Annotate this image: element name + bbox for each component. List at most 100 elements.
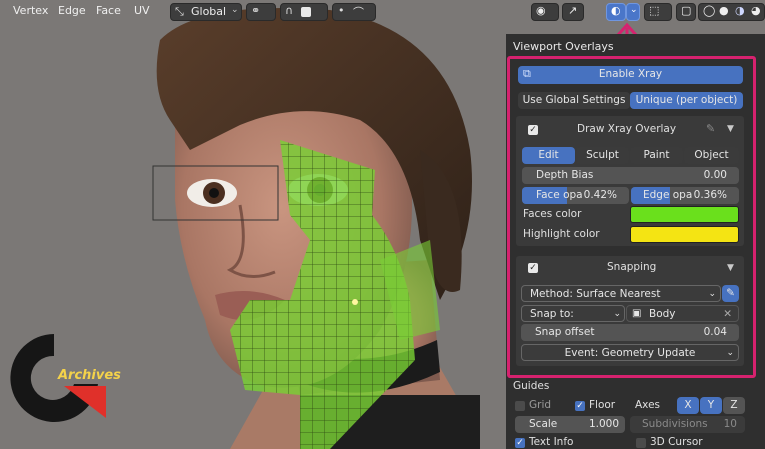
overlays-toggle[interactable]: ◐ xyxy=(606,3,626,21)
collapse-arrow-icon[interactable]: ▼ xyxy=(727,263,734,273)
subdivisions-field[interactable]: Subdivisions 10 xyxy=(630,416,745,433)
chevron-down-icon: ⌄ xyxy=(231,5,239,15)
floor-label: Floor xyxy=(589,399,616,411)
snap-target-field[interactable]: ▣ Body ✕ xyxy=(626,305,739,322)
axis-y-toggle[interactable]: Y xyxy=(700,397,722,414)
snap-event-label: Event: Geometry Update xyxy=(564,347,696,359)
enable-xray-button[interactable]: ⧉ Enable Xray xyxy=(518,66,743,84)
rendered-shading-icon[interactable]: ◕ xyxy=(751,4,761,17)
snap-event-dropdown[interactable]: Event: Geometry Update ⌄ xyxy=(521,344,739,361)
falloff-curve-icon: ⌒ xyxy=(353,6,364,19)
text-info-checkbox[interactable]: ✓ xyxy=(515,438,525,448)
eye-icon: ◉ xyxy=(536,4,546,17)
chevron-down-icon: ⌄ xyxy=(613,309,621,319)
watermark-text: Archives xyxy=(58,368,121,383)
face-opacity-label: Face opa xyxy=(536,189,583,201)
edge-opacity-value: 0.36% xyxy=(693,189,727,201)
snap-method-dropdown[interactable]: Method: Surface Nearest ⌄ xyxy=(521,285,721,302)
depth-bias-field[interactable]: Depth Bias 0.00 xyxy=(522,167,739,184)
edge-opacity-label: Edge opa xyxy=(643,189,693,201)
menu-uv[interactable]: UV xyxy=(134,4,150,17)
depth-bias-label: Depth Bias xyxy=(536,169,594,181)
xray-box-icon: ⧉ xyxy=(523,67,531,80)
snap-method-label: Method: Surface Nearest xyxy=(530,288,661,300)
mode-tab-object[interactable]: Object xyxy=(684,147,739,164)
faces-color-swatch[interactable] xyxy=(630,206,739,223)
3d-cursor-checkbox[interactable] xyxy=(636,438,646,448)
material-shading-icon[interactable]: ◑ xyxy=(735,4,745,17)
grid-label: Grid xyxy=(529,399,552,411)
overlay-circles-icon: ◐ xyxy=(611,4,621,17)
viewport-header: Vertex Edge Face UV ⤡ Global ⌄ ⚭ ∩ • ⌒ ◉… xyxy=(0,0,765,24)
gizmo-toggle[interactable]: ↗ xyxy=(562,3,584,21)
guides-title: Guides xyxy=(513,380,550,392)
magnet-icon: ∩ xyxy=(285,4,294,17)
proportional-editing-group[interactable]: • ⌒ xyxy=(332,3,376,21)
3d-cursor-label: 3D Cursor xyxy=(650,436,703,448)
chevron-down-icon: ⌄ xyxy=(726,348,734,358)
edge-opacity-slider[interactable]: Edge opa 0.36% xyxy=(631,187,739,204)
solid-shading-icon[interactable]: ● xyxy=(719,4,729,17)
grid-checkbox[interactable] xyxy=(515,401,525,411)
xray-overlay-checkbox[interactable]: ✓ xyxy=(528,125,538,135)
snap-offset-value: 0.04 xyxy=(703,326,727,338)
mesh-edit-overlays-dropdown[interactable]: ⬚ xyxy=(644,3,672,21)
snap-toggle-group[interactable]: ∩ xyxy=(280,3,328,21)
mode-tab-paint[interactable]: Paint xyxy=(630,147,683,164)
enable-xray-label: Enable Xray xyxy=(598,68,663,80)
snap-offset-label: Snap offset xyxy=(535,326,595,338)
collapse-arrow-icon[interactable]: ▼ xyxy=(727,124,734,134)
axis-x-toggle[interactable]: X xyxy=(677,397,699,414)
eyedropper-icon: ✎ xyxy=(726,287,735,299)
wireframe-shading-icon[interactable]: ◯ xyxy=(703,4,715,17)
mode-tab-edit[interactable]: Edit xyxy=(522,147,575,164)
snapping-title: Snapping xyxy=(607,261,657,273)
snap-target-value: Body xyxy=(649,308,676,320)
scale-value: 1.000 xyxy=(588,418,619,430)
snap-element-icon xyxy=(301,7,311,17)
scale-label: Scale xyxy=(529,418,558,430)
floor-checkbox[interactable]: ✓ xyxy=(575,401,585,411)
grid-scale-field[interactable]: Scale 1.000 xyxy=(515,416,625,433)
proportional-dot-icon: • xyxy=(338,4,345,17)
unique-per-object-tab[interactable]: Unique (per object) xyxy=(630,92,743,109)
pivot-point-dropdown[interactable]: ⚭ xyxy=(246,3,276,21)
snap-offset-field[interactable]: Snap offset 0.04 xyxy=(521,324,739,341)
overlays-dropdown[interactable]: ⌄ xyxy=(626,3,640,21)
gizmo-icon: ↗ xyxy=(568,4,578,17)
mesh-select-icon: ⬚ xyxy=(649,4,660,17)
xray-toggle[interactable]: ▢ xyxy=(676,3,696,21)
pin-icon[interactable]: ✎ xyxy=(706,122,715,135)
mode-tab-sculpt[interactable]: Sculpt xyxy=(576,147,629,164)
subdivisions-label: Subdivisions xyxy=(642,418,708,430)
text-info-label: Text Info xyxy=(529,436,574,448)
xray-icon: ▢ xyxy=(681,4,692,17)
object-box-icon: ▣ xyxy=(632,308,642,319)
axes-label: Axes xyxy=(635,399,661,411)
link-icon: ⚭ xyxy=(251,4,261,17)
use-global-settings-tab[interactable]: Use Global Settings xyxy=(518,92,630,109)
snap-to-dropdown[interactable]: Snap to: Collecti... ⌄ xyxy=(521,305,625,336)
subdivisions-value: 10 xyxy=(723,418,737,430)
menu-vertex[interactable]: Vertex xyxy=(13,4,48,17)
orientation-icon: ⤡ xyxy=(175,5,184,18)
snapping-checkbox[interactable]: ✓ xyxy=(528,263,538,273)
transform-orientation-dropdown[interactable]: ⤡ Global ⌄ xyxy=(170,3,242,21)
orientation-label: Global xyxy=(191,5,227,18)
clear-x-icon[interactable]: ✕ xyxy=(723,306,732,322)
depth-bias-value: 0.00 xyxy=(703,169,727,181)
visibility-dropdown[interactable]: ◉ xyxy=(531,3,559,21)
menu-edge[interactable]: Edge xyxy=(58,4,86,17)
snap-eyedropper-button[interactable]: ✎ xyxy=(722,285,739,302)
highlight-color-label: Highlight color xyxy=(523,228,600,240)
chevron-down-icon: ⌄ xyxy=(708,289,716,299)
faces-color-label: Faces color xyxy=(523,208,582,220)
panel-title: Viewport Overlays xyxy=(513,40,614,53)
axis-z-toggle[interactable]: Z xyxy=(723,397,745,414)
menu-face[interactable]: Face xyxy=(96,4,121,17)
face-opacity-value: 0.42% xyxy=(583,189,617,201)
chevron-down-icon: ⌄ xyxy=(630,5,638,15)
face-opacity-slider[interactable]: Face opa 0.42% xyxy=(522,187,629,204)
shading-mode-group[interactable]: ◯ ● ◑ ◕ xyxy=(698,3,765,21)
highlight-color-swatch[interactable] xyxy=(630,226,739,243)
